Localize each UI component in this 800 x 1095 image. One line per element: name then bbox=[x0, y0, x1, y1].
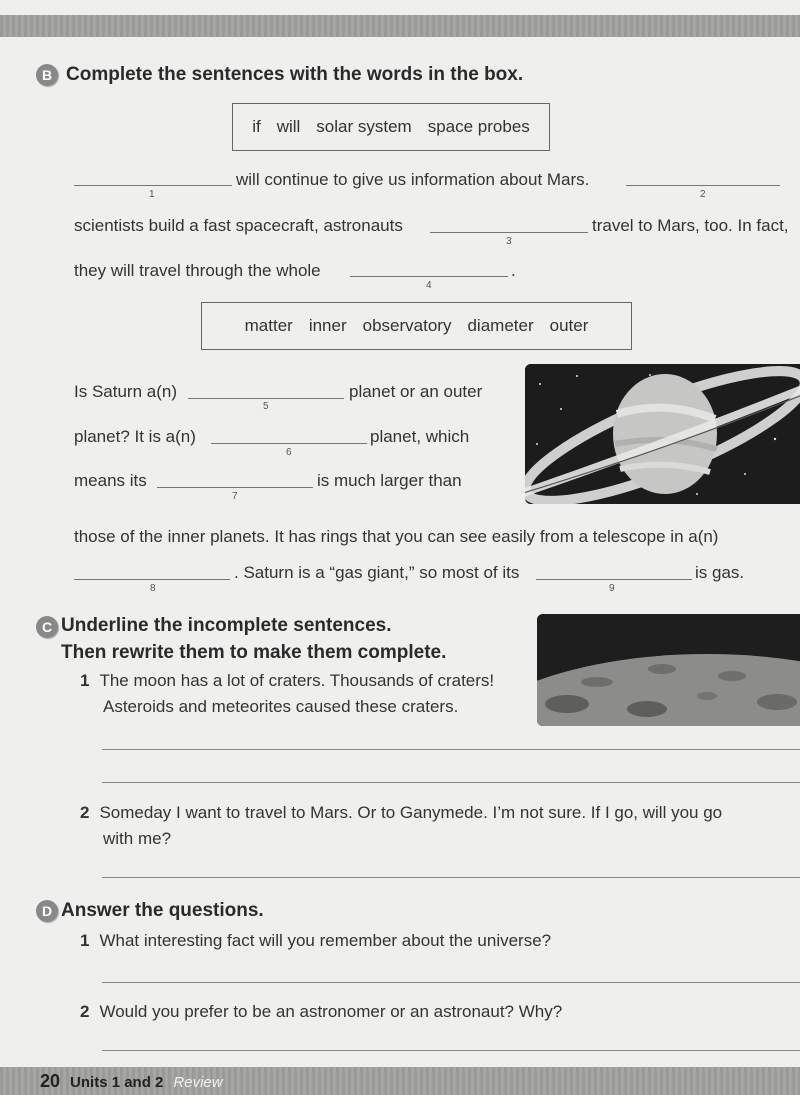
word-box-item: observatory bbox=[362, 316, 452, 335]
sentence-text: will continue to give us information abo… bbox=[236, 170, 590, 189]
section-d-title: Answer the questions. bbox=[61, 900, 264, 921]
word-box-item: inner bbox=[308, 316, 347, 335]
answer-line[interactable] bbox=[102, 877, 800, 878]
sentence-text: those of the inner planets. It has rings… bbox=[74, 527, 719, 546]
footer-units: Units 1 and 2 bbox=[70, 1074, 164, 1091]
blank-number: 3 bbox=[506, 236, 512, 247]
moon-surface-illustration bbox=[537, 614, 800, 726]
question-c2-line2: with me? bbox=[103, 829, 172, 848]
word-box-item: will bbox=[276, 117, 301, 136]
word-box-item: diameter bbox=[467, 316, 534, 335]
sentence-text: planet or an outer bbox=[349, 382, 483, 401]
sentence-text: planet, which bbox=[370, 427, 470, 446]
section-d-badge: D bbox=[36, 900, 58, 922]
top-decorative-stripe bbox=[0, 15, 800, 37]
blank-number: 2 bbox=[700, 189, 706, 200]
sentence-text: means its bbox=[74, 471, 147, 490]
sentence-text: they will travel through the whole bbox=[74, 261, 321, 280]
question-text: What interesting fact will you remember … bbox=[99, 931, 552, 950]
section-b-badge: B bbox=[36, 64, 58, 86]
sentence-text: . bbox=[511, 261, 516, 280]
word-box-item: outer bbox=[549, 316, 589, 335]
blank-6[interactable] bbox=[211, 443, 367, 444]
footer: 20 Units 1 and 2 Review bbox=[40, 1071, 223, 1092]
question-number: 2 bbox=[80, 803, 90, 822]
blank-number: 7 bbox=[232, 491, 238, 502]
question-text: Someday I want to travel to Mars. Or to … bbox=[99, 803, 723, 822]
blank-4[interactable] bbox=[350, 276, 508, 277]
blank-2[interactable] bbox=[626, 185, 780, 186]
question-d2: 2 Would you prefer to be an astronomer or… bbox=[80, 1001, 562, 1023]
blank-7[interactable] bbox=[157, 487, 313, 488]
word-box-item: space probes bbox=[427, 117, 530, 136]
question-c2-line1: 2 Someday I want to travel to Mars. Or to… bbox=[80, 802, 722, 824]
blank-1[interactable] bbox=[74, 185, 232, 186]
blank-number: 4 bbox=[426, 280, 432, 291]
word-box-item: matter bbox=[244, 316, 293, 335]
blank-number: 8 bbox=[150, 583, 156, 594]
question-d1: 1 What interesting fact will you remember… bbox=[80, 930, 551, 952]
blank-3[interactable] bbox=[430, 232, 588, 233]
section-c-badge: C bbox=[36, 616, 58, 638]
blank-5[interactable] bbox=[188, 398, 344, 399]
sentence-text: is gas. bbox=[695, 563, 745, 582]
sentence-text: planet? It is a(n) bbox=[74, 427, 196, 446]
word-box-1: if will solar system space probes bbox=[232, 103, 550, 151]
page-number: 20 bbox=[40, 1071, 61, 1091]
word-box-item: solar system bbox=[316, 117, 412, 136]
footer-section: Review bbox=[173, 1074, 223, 1091]
sentence-text: Is Saturn a(n) bbox=[74, 382, 177, 401]
question-c1-line2: Asteroids and meteorites caused these cr… bbox=[103, 697, 459, 716]
section-c-title-line2: Then rewrite them to make them complete. bbox=[61, 642, 447, 663]
sentence-text: travel to Mars, too. In fact, bbox=[592, 216, 789, 235]
answer-line[interactable] bbox=[102, 782, 800, 783]
question-c1-line1: 1 The moon has a lot of craters. Thousand… bbox=[80, 670, 494, 692]
saturn-illustration bbox=[525, 364, 800, 504]
question-number: 1 bbox=[80, 671, 90, 690]
question-text: Would you prefer to be an astronomer or … bbox=[99, 1002, 563, 1021]
word-box-item: if bbox=[252, 117, 261, 136]
blank-9[interactable] bbox=[536, 579, 692, 580]
question-number: 1 bbox=[80, 931, 90, 950]
sentence-text: . Saturn is a “gas giant,” so most of it… bbox=[234, 563, 520, 582]
sentence-text: scientists build a fast spacecraft, astr… bbox=[74, 216, 403, 235]
section-c-title-line1: Underline the incomplete sentences. bbox=[61, 615, 392, 636]
blank-number: 6 bbox=[286, 447, 292, 458]
blank-number: 1 bbox=[149, 189, 155, 200]
answer-line[interactable] bbox=[102, 1050, 800, 1051]
answer-line[interactable] bbox=[102, 749, 800, 750]
blank-number: 5 bbox=[263, 401, 269, 412]
blank-8[interactable] bbox=[74, 579, 230, 580]
question-text: The moon has a lot of craters. Thousands… bbox=[99, 671, 495, 690]
word-box-2: matter inner observatory diameter outer bbox=[201, 302, 632, 350]
blank-number: 9 bbox=[609, 583, 615, 594]
question-number: 2 bbox=[80, 1002, 90, 1021]
section-b-title: Complete the sentences with the words in… bbox=[66, 64, 524, 85]
answer-line[interactable] bbox=[102, 982, 800, 983]
sentence-text: is much larger than bbox=[317, 471, 462, 490]
